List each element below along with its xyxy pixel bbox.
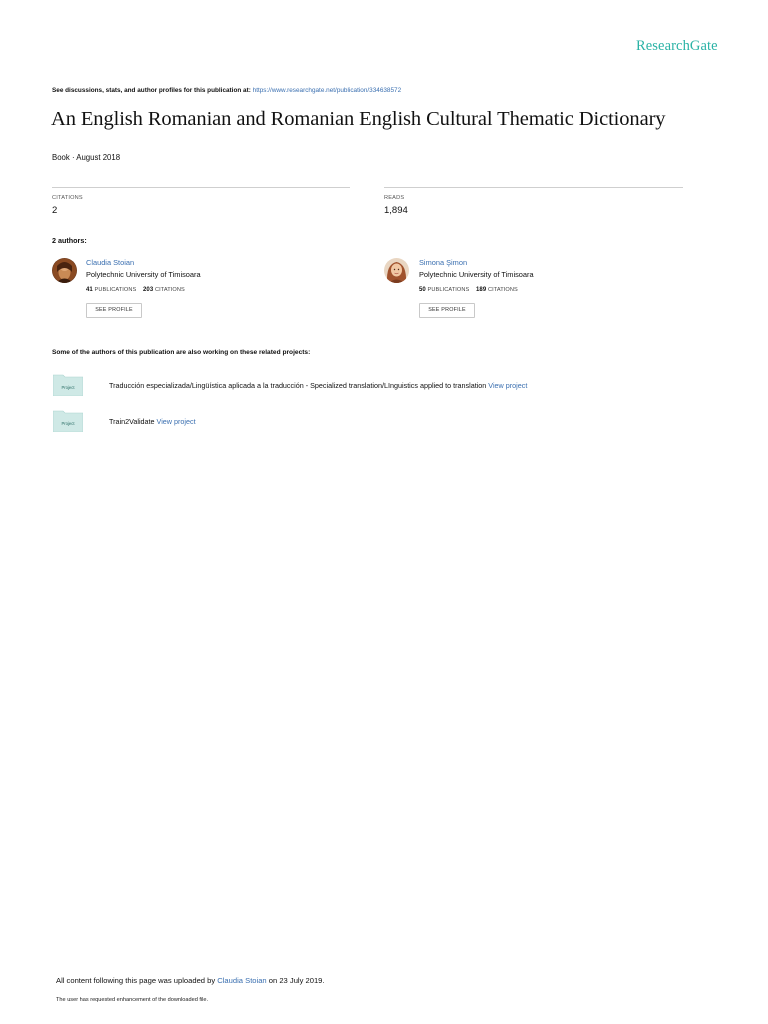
author-avatar[interactable] [52,258,77,283]
publication-title: An English Romanian and Romanian English… [51,108,666,130]
project-item: Train2Validate View project [109,417,196,426]
researchgate-logo[interactable]: ResearchGate [636,38,718,55]
author-affiliation: Polytechnic University of Timisoara [86,270,201,279]
enhancement-note: The user has requested enhancement of th… [56,997,209,1003]
author-name-link[interactable]: Claudia Stoian [86,258,134,267]
upload-suffix: on 23 July 2019. [266,976,325,985]
see-profile-button[interactable]: SEE PROFILE [419,303,475,318]
project-title: Train2Validate [109,417,157,426]
author-counts: 50 PUBLICATIONS 189 CITATIONS [419,287,518,293]
citations-divider [52,187,350,188]
author-avatar[interactable] [384,258,409,283]
author-name-link[interactable]: Simona Şimon [419,258,467,267]
reads-value: 1,894 [384,205,408,216]
reads-label: READS [384,195,405,201]
discussion-prefix: See discussions, stats, and author profi… [52,87,253,94]
project-folder-icon[interactable]: Project [52,374,84,397]
citations-count-label: CITATIONS [154,287,185,293]
publication-url-link[interactable]: https://www.researchgate.net/publication… [253,87,402,94]
publications-count: 41 [86,287,93,293]
upload-note: All content following this page was uplo… [56,976,325,985]
avatar-photo-icon [52,258,77,283]
project-icon-label: Project [61,385,75,390]
project-title: Traducción especializada/Lingüística apl… [109,381,489,390]
citations-label: CITATIONS [52,195,83,201]
reads-divider [384,187,683,188]
projects-heading: Some of the authors of this publication … [52,349,311,356]
citations-count-label: CITATIONS [487,287,518,293]
project-icon-label: Project [61,421,75,426]
publications-count: 50 [419,287,426,293]
publications-label: PUBLICATIONS [94,287,137,293]
discussion-line: See discussions, stats, and author profi… [52,87,401,94]
uploader-link[interactable]: Claudia Stoian [217,976,266,985]
project-item: Traducción especializada/Lingüística apl… [109,381,527,390]
view-project-link[interactable]: View project [157,417,196,426]
upload-prefix: All content following this page was uplo… [56,976,218,985]
publications-label: PUBLICATIONS [427,287,470,293]
avatar-photo-icon [384,258,409,283]
authors-heading: 2 authors: [52,236,87,245]
publication-type-date: Book · August 2018 [52,153,121,162]
citations-value: 2 [52,205,58,216]
citations-count: 189 [475,287,487,293]
author-counts: 41 PUBLICATIONS 203 CITATIONS [86,287,185,293]
citations-count: 203 [142,287,154,293]
see-profile-button[interactable]: SEE PROFILE [86,303,142,318]
view-project-link[interactable]: View project [488,381,527,390]
project-folder-icon[interactable]: Project [52,410,84,433]
author-affiliation: Polytechnic University of Timisoara [419,270,534,279]
